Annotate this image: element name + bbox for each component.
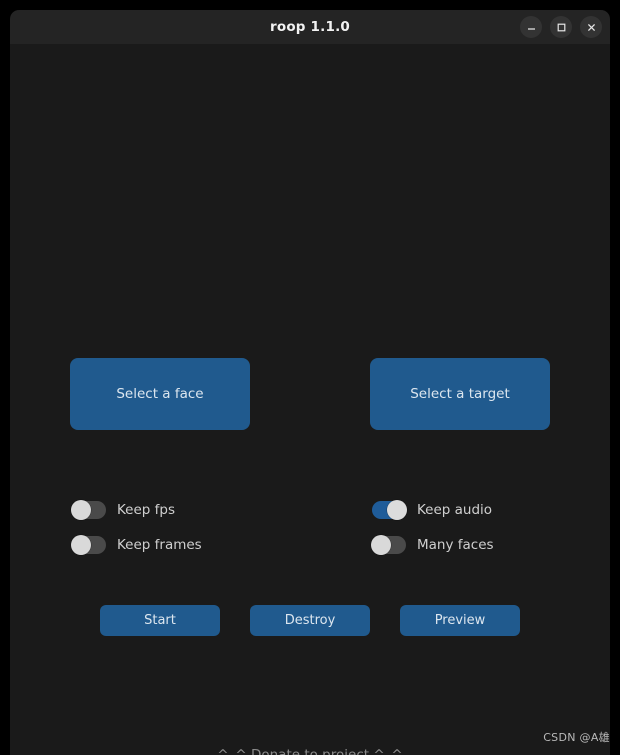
preview-area [10,44,610,324]
window-title: roop 1.1.0 [269,19,350,35]
many-faces-switch-knob [371,535,391,555]
switch-row-many-faces[interactable]: Many faces [371,534,494,556]
keep-fps-label: Keep fps [117,502,176,518]
preview-button[interactable]: Preview [400,605,520,636]
close-icon [586,22,597,33]
switch-row-keep-audio[interactable]: Keep audio [372,499,492,521]
start-button[interactable]: Start [100,605,220,636]
keep-frames-label: Keep frames [117,537,202,553]
many-faces-label: Many faces [417,537,494,553]
close-button[interactable] [580,16,602,38]
window-body: Select a face Select a target Keep fps K… [10,44,610,755]
select-a-target-button[interactable]: Select a target [370,358,550,430]
keep-audio-switch-knob [387,500,407,520]
destroy-button[interactable]: Destroy [250,605,370,636]
window-controls [520,10,602,44]
keep-frames-switch-knob [71,535,91,555]
donate-status-link[interactable]: ^_^ Donate to project ^_^ [10,747,610,755]
keep-audio-label: Keep audio [417,502,493,518]
keep-fps-switch[interactable] [71,500,106,520]
minimize-button[interactable] [520,16,542,38]
minimize-icon [526,22,537,33]
keep-audio-switch[interactable] [372,500,407,520]
title-bar[interactable]: roop 1.1.0 [10,10,610,44]
maximize-button[interactable] [550,16,572,38]
app-window: roop 1.1.0 Select a face Select a target… [10,10,610,755]
keep-fps-switch-knob [71,500,91,520]
switch-row-keep-fps[interactable]: Keep fps [71,499,176,521]
csdn-watermark: CSDN @A雄 [543,731,610,744]
many-faces-switch[interactable] [371,535,406,555]
keep-frames-switch[interactable] [71,535,106,555]
switch-row-keep-frames[interactable]: Keep frames [71,534,202,556]
select-a-face-button[interactable]: Select a face [70,358,250,430]
maximize-icon [556,22,567,33]
